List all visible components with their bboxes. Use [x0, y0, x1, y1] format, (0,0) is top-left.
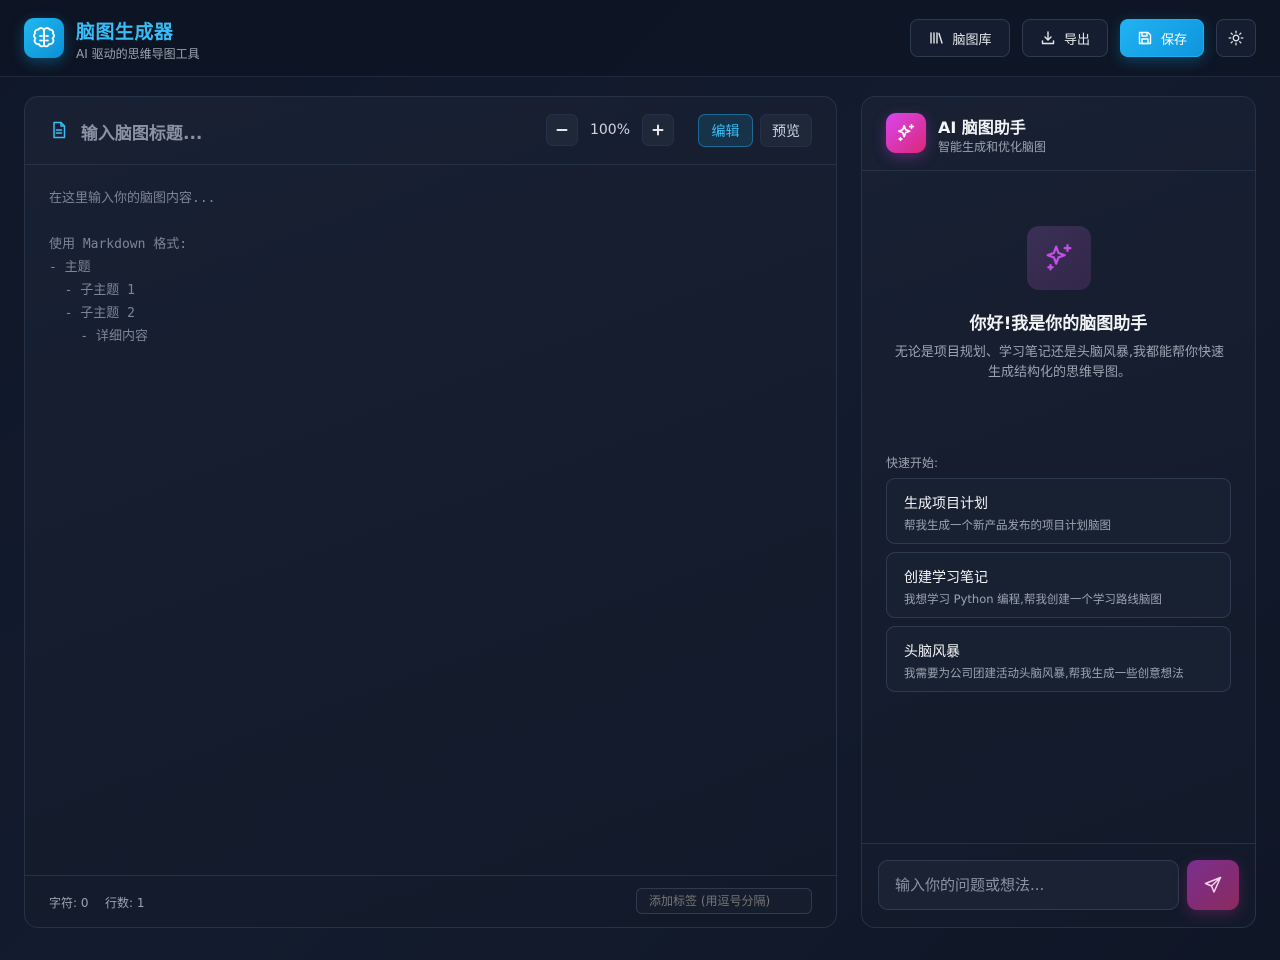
app-subtitle: AI 驱动的思维导图工具	[76, 47, 200, 61]
editor-footer: 字符: 0 行数: 1	[25, 875, 836, 927]
char-count: 字符: 0	[49, 896, 89, 910]
brain-icon	[24, 18, 64, 58]
quick-start-desc: 我想学习 Python 编程,帮我创建一个学习路线脑图	[904, 592, 1162, 606]
ai-panel-header: AI 脑图助手 智能生成和优化脑图	[862, 97, 1255, 171]
library-button[interactable]: 脑图库	[910, 19, 1010, 57]
save-button[interactable]: 保存	[1120, 19, 1204, 57]
preview-mode-tab[interactable]: 预览	[760, 114, 812, 147]
tag-input[interactable]	[636, 888, 812, 914]
send-icon	[1204, 876, 1222, 893]
ai-panel-title: AI 脑图助手	[938, 118, 1026, 137]
editor-panel: 输入脑图标题... 100% 编辑 预览 在这里输入你的脑图内容... 使用 M…	[24, 96, 837, 928]
line-count: 行数: 1	[105, 896, 145, 910]
send-button[interactable]	[1187, 860, 1239, 910]
quick-start-title: 头脑风暴	[904, 644, 960, 660]
chat-input[interactable]	[878, 860, 1179, 910]
quick-start-brainstorm[interactable]: 头脑风暴 我需要为公司团建活动头脑风暴,帮我生成一些创意想法	[886, 626, 1231, 692]
sparkles-icon	[1027, 226, 1091, 290]
edit-mode-tab[interactable]: 编辑	[698, 114, 753, 147]
welcome-text: 无论是项目规划、学习笔记还是头脑风暴,我都能帮你快速生成结构化的思维导图。	[894, 345, 1225, 380]
welcome-title: 你好!我是你的脑图助手	[969, 314, 1148, 334]
plus-icon	[652, 124, 664, 136]
document-icon	[53, 121, 66, 139]
theme-toggle-button[interactable]	[1216, 19, 1256, 57]
ai-assistant-panel: AI 脑图助手 智能生成和优化脑图 你好!我是你的脑图助手 无论是项目规划、学习…	[861, 96, 1256, 928]
app-title: 脑图生成器	[76, 21, 174, 43]
editor-toolbar: 输入脑图标题... 100% 编辑 预览	[25, 97, 836, 165]
zoom-in-button[interactable]	[642, 114, 674, 146]
mindmap-content-textarea[interactable]: 在这里输入你的脑图内容... 使用 Markdown 格式: - 主题 - 子主…	[49, 187, 809, 348]
minus-icon	[556, 129, 568, 131]
zoom-out-button[interactable]	[546, 114, 578, 146]
quick-start-label: 快速开始:	[886, 456, 939, 470]
quick-start-project-plan[interactable]: 生成项目计划 帮我生成一个新产品发布的项目计划脑图	[886, 478, 1231, 544]
chat-input-bar	[862, 843, 1255, 927]
quick-start-title: 创建学习笔记	[904, 570, 988, 586]
mindmap-title-input[interactable]: 输入脑图标题...	[81, 119, 202, 144]
download-icon	[1041, 31, 1055, 45]
quick-start-title: 生成项目计划	[904, 496, 988, 512]
save-icon	[1138, 31, 1152, 45]
export-label: 导出	[1063, 32, 1090, 48]
quick-start-desc: 我需要为公司团建活动头脑风暴,帮我生成一些创意想法	[904, 666, 1184, 680]
library-label: 脑图库	[952, 32, 992, 48]
sparkles-icon	[886, 113, 926, 153]
sun-icon	[1228, 30, 1244, 46]
zoom-level: 100%	[589, 122, 631, 138]
library-icon	[930, 32, 944, 44]
app-header: 脑图生成器 AI 驱动的思维导图工具 脑图库 导出 保存	[0, 0, 1280, 77]
quick-start-desc: 帮我生成一个新产品发布的项目计划脑图	[904, 518, 1111, 532]
ai-panel-subtitle: 智能生成和优化脑图	[938, 140, 1047, 154]
save-label: 保存	[1160, 32, 1187, 48]
quick-start-study-notes[interactable]: 创建学习笔记 我想学习 Python 编程,帮我创建一个学习路线脑图	[886, 552, 1231, 618]
export-button[interactable]: 导出	[1022, 19, 1108, 57]
